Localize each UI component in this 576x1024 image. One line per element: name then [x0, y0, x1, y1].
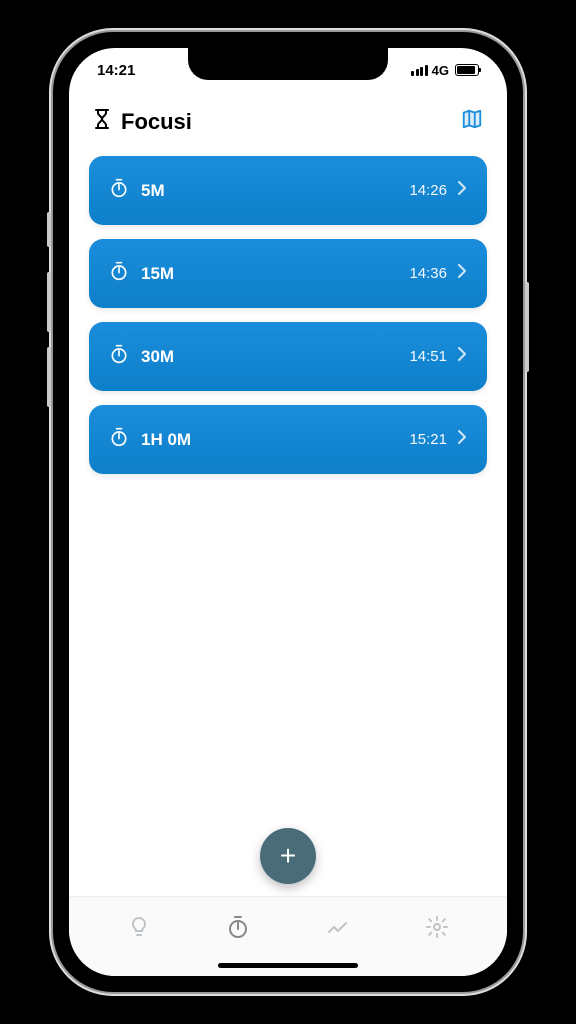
- notch: [188, 48, 388, 80]
- status-time: 14:21: [97, 62, 135, 79]
- timer-end-time: 14:36: [409, 265, 447, 282]
- signal-icon: [411, 65, 428, 76]
- timer-end-time: 14:51: [409, 348, 447, 365]
- timer-duration: 5M: [141, 181, 165, 201]
- timer-end-time: 14:26: [409, 182, 447, 199]
- header-left: Focusi: [93, 108, 192, 136]
- silence-switch: [47, 212, 51, 247]
- power-button: [525, 282, 529, 372]
- timer-duration: 30M: [141, 347, 174, 367]
- hourglass-icon: [93, 108, 111, 136]
- tab-stats[interactable]: [318, 911, 358, 943]
- volume-up: [47, 272, 51, 332]
- chevron-right-icon: [457, 346, 467, 367]
- chevron-right-icon: [457, 263, 467, 284]
- timer-card[interactable]: 30M 14:51: [89, 322, 487, 391]
- plus-icon: +: [280, 840, 296, 872]
- stopwatch-icon: [109, 178, 129, 203]
- phone-frame: 14:21 4G Focusi: [53, 32, 523, 992]
- screen: 14:21 4G Focusi: [69, 48, 507, 976]
- chevron-right-icon: [457, 180, 467, 201]
- tab-settings[interactable]: [417, 911, 457, 943]
- status-right: 4G: [411, 63, 479, 78]
- chevron-right-icon: [457, 429, 467, 450]
- timer-end-time: 15:21: [409, 431, 447, 448]
- stopwatch-icon: [109, 344, 129, 369]
- stopwatch-icon: [109, 427, 129, 452]
- network-label: 4G: [432, 63, 449, 78]
- add-timer-button[interactable]: +: [260, 828, 316, 884]
- tab-timers[interactable]: [218, 911, 258, 943]
- stopwatch-icon: [109, 261, 129, 286]
- timer-card[interactable]: 1H 0M 15:21: [89, 405, 487, 474]
- timer-card[interactable]: 15M 14:36: [89, 239, 487, 308]
- timer-card[interactable]: 5M 14:26: [89, 156, 487, 225]
- battery-icon: [455, 64, 479, 76]
- timer-list: 5M 14:26 15M 14:36: [69, 156, 507, 474]
- app-header: Focusi: [69, 92, 507, 156]
- map-icon[interactable]: [461, 108, 483, 136]
- timer-duration: 1H 0M: [141, 430, 191, 450]
- tab-ideas[interactable]: [119, 911, 159, 943]
- home-indicator[interactable]: [218, 963, 358, 968]
- timer-duration: 15M: [141, 264, 174, 284]
- app-title: Focusi: [121, 109, 192, 135]
- volume-down: [47, 347, 51, 407]
